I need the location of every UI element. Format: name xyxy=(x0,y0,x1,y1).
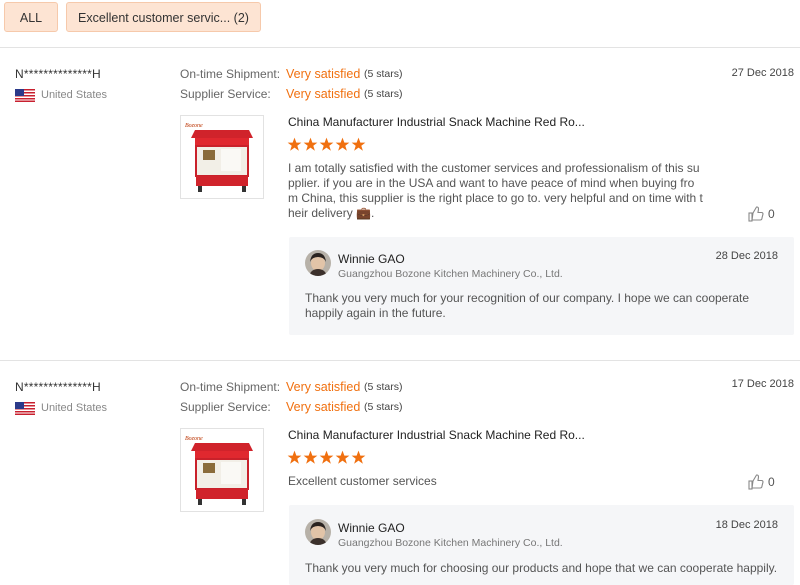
review-item: N**************H United States On-time S… xyxy=(0,378,800,585)
review-item: N**************H United States On-time S… xyxy=(0,67,800,347)
review-date: 17 Dec 2018 xyxy=(731,378,794,390)
supplier-reply: Winnie GAO Guangzhou Bozone Kitchen Mach… xyxy=(289,237,794,335)
star-icon xyxy=(319,137,334,151)
star-icon xyxy=(351,450,366,464)
service-rating-stars: (5 stars) xyxy=(364,401,403,413)
thumbs-up-icon xyxy=(748,474,764,490)
divider xyxy=(0,47,800,48)
us-flag-icon xyxy=(15,402,35,415)
us-flag-icon xyxy=(15,89,35,102)
service-rating-stars: (5 stars) xyxy=(364,88,403,100)
product-thumbnail[interactable]: Bozone xyxy=(180,115,264,199)
reply-company: Guangzhou Bozone Kitchen Machinery Co., … xyxy=(338,268,563,280)
shipment-rating-value: Very satisfied xyxy=(286,67,361,81)
popcorn-machine-image: Bozone xyxy=(185,123,253,192)
product-thumbnail[interactable]: Bozone xyxy=(180,428,264,512)
like-count: 0 xyxy=(768,475,775,489)
star-icon xyxy=(351,137,366,151)
service-rating-value: Very satisfied xyxy=(286,87,361,101)
svg-text:Bozone: Bozone xyxy=(185,123,203,129)
star-icon xyxy=(319,450,334,464)
service-rating-label: Supplier Service: xyxy=(180,87,271,101)
buyer-name: N**************H xyxy=(15,380,101,394)
reply-date: 18 Dec 2018 xyxy=(715,519,778,531)
star-icon xyxy=(335,137,350,151)
reply-date: 28 Dec 2018 xyxy=(715,250,778,262)
star-icon xyxy=(335,450,350,464)
shipment-rating-label: On-time Shipment: xyxy=(180,67,281,81)
shipment-rating-label: On-time Shipment: xyxy=(180,380,281,394)
country-name: United States xyxy=(41,402,108,414)
product-title-link[interactable]: China Manufacturer Industrial Snack Mach… xyxy=(288,115,585,129)
thumbs-up-icon xyxy=(748,206,764,222)
avatar xyxy=(305,519,331,545)
svg-text:Bozone: Bozone xyxy=(185,436,203,442)
product-title-link[interactable]: China Manufacturer Industrial Snack Mach… xyxy=(288,428,585,442)
divider xyxy=(0,360,800,361)
shipment-rating-stars: (5 stars) xyxy=(364,68,403,80)
star-icon xyxy=(303,137,318,151)
review-text: I am totally satisfied with the customer… xyxy=(288,161,703,220)
reply-company: Guangzhou Bozone Kitchen Machinery Co., … xyxy=(338,537,563,549)
filter-all-button[interactable]: ALL xyxy=(4,2,58,32)
country-name: United States xyxy=(41,89,108,101)
review-date: 27 Dec 2018 xyxy=(731,67,794,79)
star-icon xyxy=(287,137,302,151)
reply-author-name: Winnie GAO xyxy=(338,252,405,266)
star-icon xyxy=(303,450,318,464)
shipment-rating-stars: (5 stars) xyxy=(364,381,403,393)
reply-text: Thank you very much for your recognition… xyxy=(305,291,750,320)
service-rating-label: Supplier Service: xyxy=(180,400,271,414)
supplier-reply: Winnie GAO Guangzhou Bozone Kitchen Mach… xyxy=(289,505,794,585)
like-count: 0 xyxy=(768,207,775,221)
buyer-name: N**************H xyxy=(15,67,101,81)
review-text: Excellent customer services xyxy=(288,474,437,488)
reply-text: Thank you very much for choosing our pro… xyxy=(305,561,778,575)
avatar xyxy=(305,250,331,276)
service-rating-value: Very satisfied xyxy=(286,400,361,414)
popcorn-machine-image: Bozone xyxy=(185,436,253,505)
star-icon xyxy=(287,450,302,464)
reply-author-name: Winnie GAO xyxy=(338,521,405,535)
filter-excellent-service-button[interactable]: Excellent customer servic... (2) xyxy=(66,2,261,32)
shipment-rating-value: Very satisfied xyxy=(286,380,361,394)
